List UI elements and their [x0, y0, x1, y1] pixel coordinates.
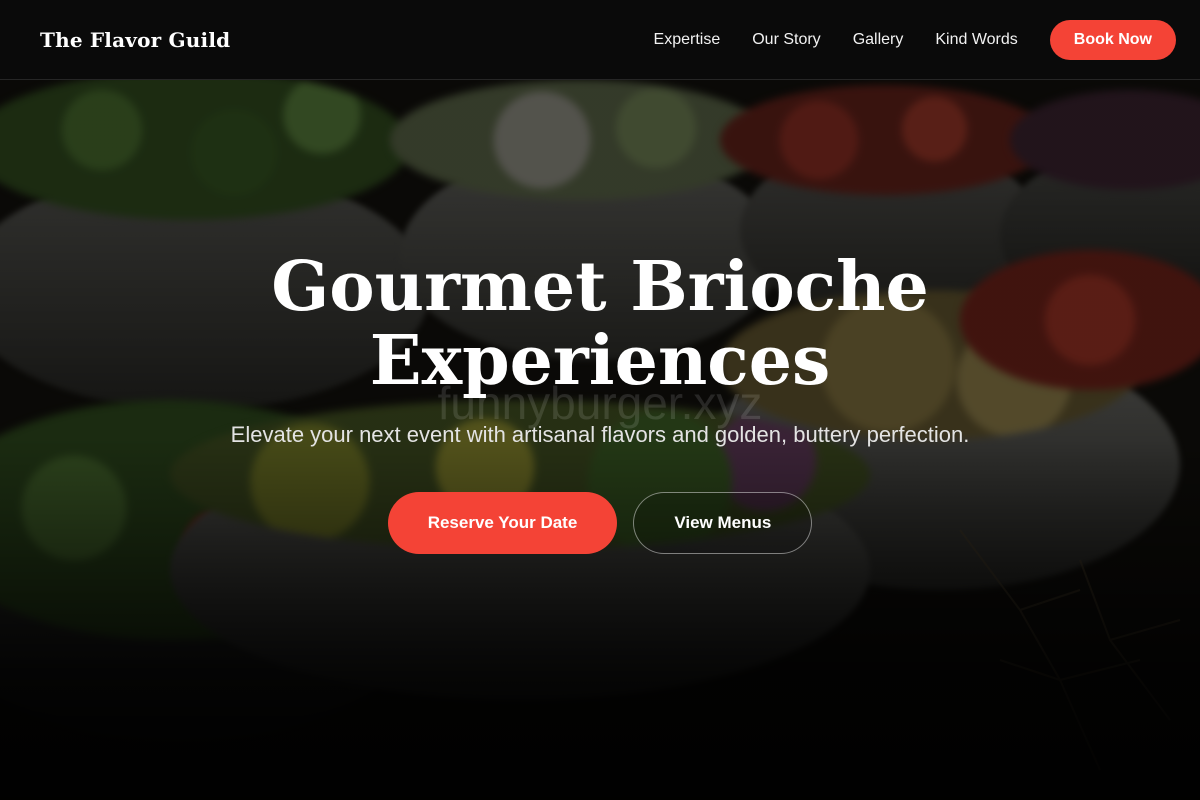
hero-title-line-2: Experiences	[369, 321, 831, 401]
nav-link-gallery[interactable]: Gallery	[853, 31, 904, 49]
hero-title: Gourmet Brioche Experiences	[220, 250, 980, 398]
view-menus-button[interactable]: View Menus	[633, 492, 813, 554]
top-navbar: The Flavor Guild Expertise Our Story Gal…	[0, 0, 1200, 80]
nav-link-our-story[interactable]: Our Story	[752, 31, 820, 49]
nav-links: Expertise Our Story Gallery Kind Words B…	[622, 19, 1176, 60]
hero-section: Gourmet Brioche Experiences Elevate your…	[0, 250, 1200, 554]
nav-link-expertise[interactable]: Expertise	[654, 31, 721, 49]
hero-cta-group: Reserve Your Date View Menus	[0, 492, 1200, 554]
hero-title-line-1: Gourmet Brioche	[271, 247, 929, 327]
reserve-your-date-button[interactable]: Reserve Your Date	[387, 492, 618, 554]
book-now-button[interactable]: Book Now	[1049, 19, 1176, 60]
hero-subtitle: Elevate your next event with artisanal f…	[230, 422, 970, 447]
brand-logo[interactable]: The Flavor Guild	[40, 28, 230, 52]
nav-link-kind-words[interactable]: Kind Words	[935, 31, 1017, 49]
landing-page: The Flavor Guild Expertise Our Story Gal…	[0, 0, 1200, 800]
